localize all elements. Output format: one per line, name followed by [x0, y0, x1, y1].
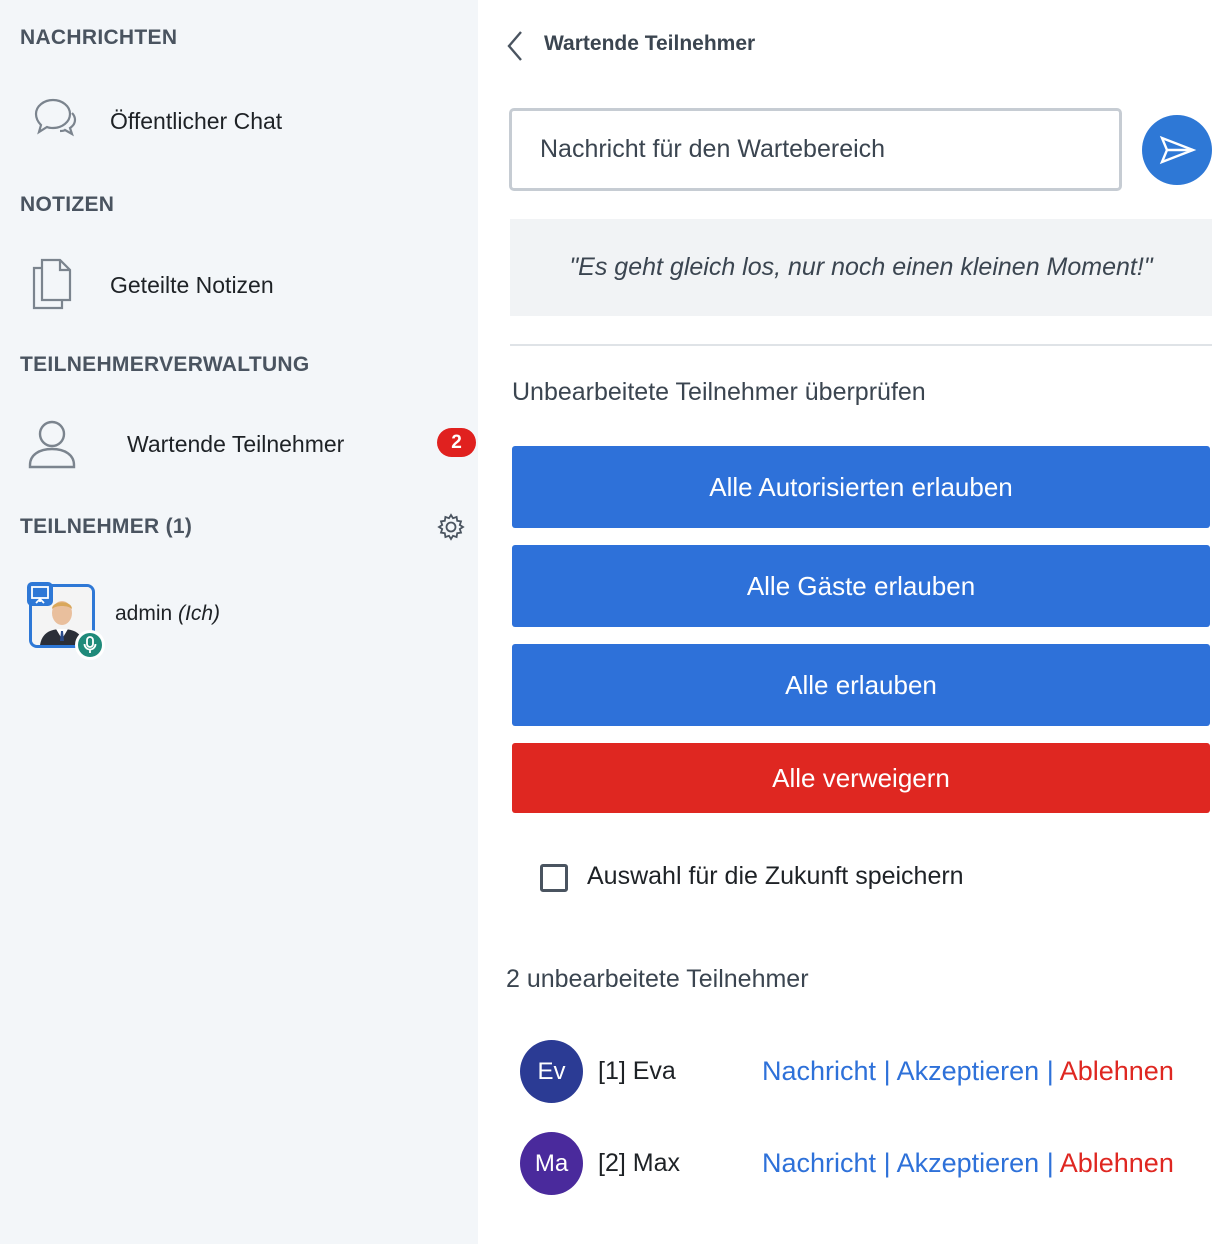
review-label: Unbearbeitete Teilnehmer überprüfen: [512, 378, 926, 406]
microphone-icon: [75, 630, 105, 660]
chevron-left-icon[interactable]: [505, 30, 525, 62]
accept-user-link[interactable]: Akzeptieren: [897, 1148, 1040, 1178]
send-message-button[interactable]: [1142, 115, 1212, 185]
documents-icon: [30, 256, 76, 317]
user-icon: [28, 419, 76, 474]
user-self-suffix: (Ich): [178, 602, 221, 625]
separator: |: [883, 1056, 897, 1086]
list-item: Ma [2] Max Nachricht | Akzeptieren | Abl…: [520, 1132, 1220, 1196]
sidebar-item-label: Geteilte Notizen: [110, 272, 274, 298]
send-icon: [1159, 135, 1197, 165]
panel-title: Wartende Teilnehmer: [544, 32, 756, 55]
pending-user-name: [1] Eva: [598, 1057, 676, 1085]
row-actions: Nachricht | Akzeptieren | Ablehnen: [762, 1056, 1174, 1087]
sidebar-item-shared-notes[interactable]: Geteilte Notizen: [0, 250, 478, 320]
sidebar: NACHRICHTEN Öffentlicher Chat NOTIZEN Ge…: [0, 0, 478, 1244]
section-title-participants: TEILNEHMER (1): [20, 515, 193, 538]
deny-all-button[interactable]: Alle verweigern: [512, 743, 1210, 813]
sidebar-item-public-chat[interactable]: Öffentlicher Chat: [0, 86, 478, 156]
section-title-notes: NOTIZEN: [20, 193, 115, 216]
section-title-messages: NACHRICHTEN: [20, 26, 178, 49]
message-user-link[interactable]: Nachricht: [762, 1148, 876, 1178]
section-title-participant-management: TEILNEHMERVERWALTUNG: [20, 353, 310, 376]
current-user-avatar[interactable]: [27, 582, 105, 660]
allow-authenticated-button[interactable]: Alle Autorisierten erlauben: [512, 446, 1210, 528]
reject-user-link[interactable]: Ablehnen: [1060, 1056, 1174, 1086]
divider: [510, 344, 1212, 346]
waiting-count-badge: 2: [437, 428, 476, 457]
remember-choice-checkbox[interactable]: [540, 864, 568, 892]
separator: |: [1046, 1056, 1060, 1086]
pending-user-name: [2] Max: [598, 1149, 680, 1177]
sidebar-item-label: Wartende Teilnehmer: [127, 431, 345, 457]
list-item: Ev [1] Eva Nachricht | Akzeptieren | Abl…: [520, 1040, 1220, 1104]
sidebar-item-label: Öffentlicher Chat: [110, 108, 283, 134]
chat-bubbles-icon: [30, 94, 84, 151]
sidebar-item-waiting-users[interactable]: Wartende Teilnehmer: [0, 409, 478, 479]
gear-icon[interactable]: [437, 513, 465, 541]
separator: |: [883, 1148, 897, 1178]
pending-count-label: 2 unbearbeitete Teilnehmer: [506, 965, 809, 993]
presenter-icon: [27, 582, 53, 606]
accept-user-link[interactable]: Akzeptieren: [897, 1056, 1040, 1086]
allow-guests-button[interactable]: Alle Gäste erlauben: [512, 545, 1210, 627]
reject-user-link[interactable]: Ablehnen: [1060, 1148, 1174, 1178]
current-user-name[interactable]: admin (Ich): [115, 602, 220, 626]
avatar: Ev: [520, 1040, 583, 1103]
message-user-link[interactable]: Nachricht: [762, 1056, 876, 1086]
avatar: Ma: [520, 1132, 583, 1195]
lobby-message-display: "Es geht gleich los, nur noch einen klei…: [510, 219, 1212, 316]
remember-choice-label: Auswahl für die Zukunft speichern: [587, 862, 964, 890]
separator: |: [1046, 1148, 1060, 1178]
row-actions: Nachricht | Akzeptieren | Ablehnen: [762, 1148, 1174, 1179]
lobby-message-input[interactable]: [509, 108, 1122, 191]
user-name-text: admin: [115, 602, 173, 625]
allow-all-button[interactable]: Alle erlauben: [512, 644, 1210, 726]
